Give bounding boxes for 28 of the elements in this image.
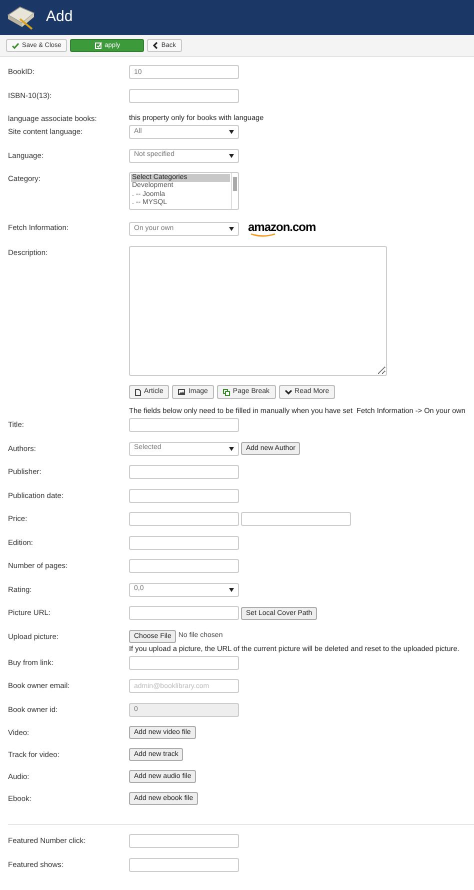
amazon-logo: amazon.com: [248, 221, 316, 237]
caret-icon: [229, 154, 234, 158]
text-field[interactable]: [129, 418, 239, 432]
caret-icon: [229, 130, 234, 134]
text-field[interactable]: [129, 559, 239, 573]
chevron-down-icon: [284, 390, 292, 394]
text-field[interactable]: [129, 858, 239, 872]
text-field[interactable]: [129, 88, 239, 102]
book-icon: [6, 4, 36, 30]
check-icon: [12, 42, 19, 48]
image-icon: [178, 389, 186, 395]
scrollbar[interactable]: [231, 173, 238, 209]
page-title: Add: [46, 7, 73, 28]
caret-icon: [229, 588, 234, 592]
text-field[interactable]: [129, 488, 239, 502]
text-field[interactable]: [129, 536, 239, 550]
caret-icon: [229, 446, 234, 450]
copy-icon: [222, 388, 230, 396]
text-field[interactable]: [241, 512, 351, 526]
description-textarea[interactable]: [129, 246, 387, 376]
text-field[interactable]: [129, 834, 239, 848]
text-field[interactable]: [129, 656, 239, 670]
text-field[interactable]: [129, 606, 239, 620]
text-field[interactable]: [129, 465, 239, 479]
text-field[interactable]: [129, 512, 239, 526]
edit-icon: [94, 42, 102, 49]
document-icon: [135, 388, 141, 396]
caret-icon: [229, 227, 234, 231]
